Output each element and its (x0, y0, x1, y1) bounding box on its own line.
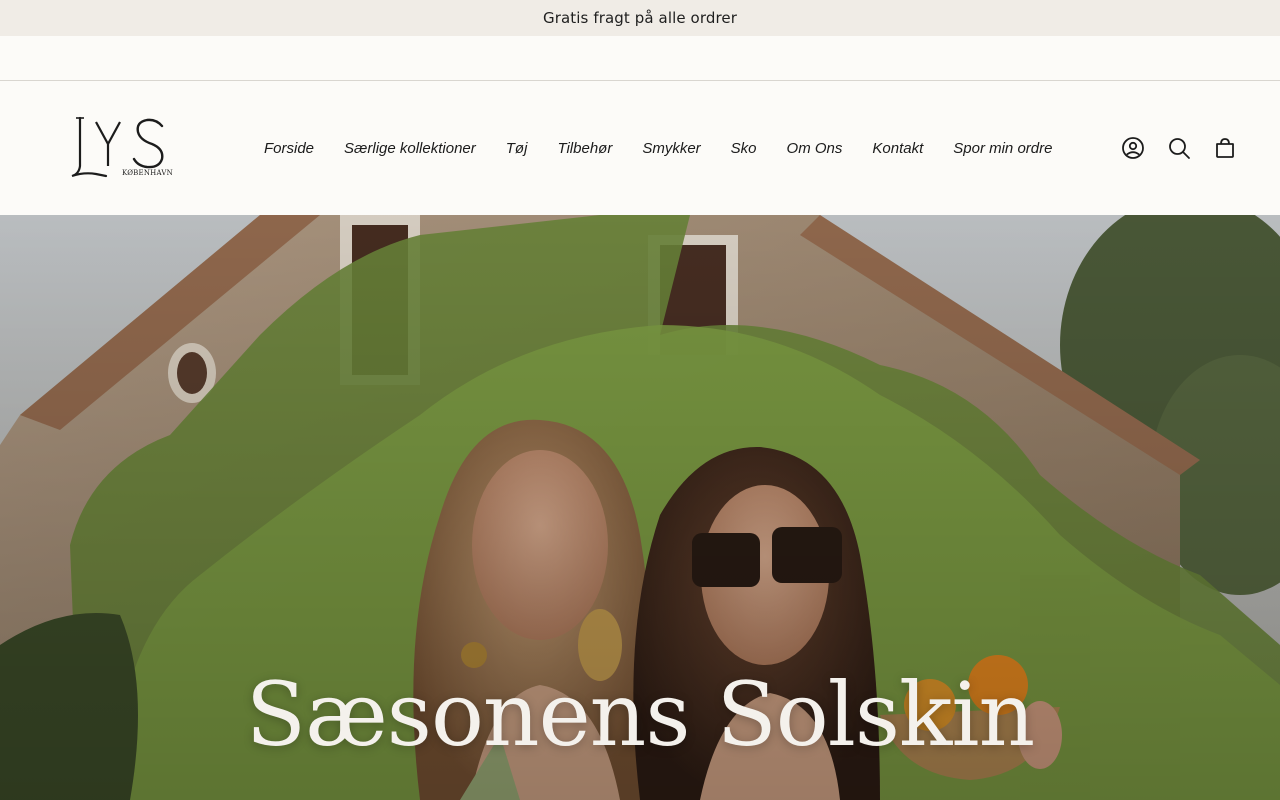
nav-item-tilbehor[interactable]: Tilbehør (542, 140, 627, 157)
nav-item-forside[interactable]: Forside (249, 140, 329, 157)
site-header: KØBENHAVN Forside Særlige kollektioner T… (0, 81, 1280, 215)
hero-banner[interactable]: Sæsonens Solskin (0, 215, 1280, 800)
header-icons (1118, 81, 1240, 215)
account-icon (1122, 137, 1144, 159)
logo-subtext: KØBENHAVN (122, 169, 173, 177)
announcement-bar: Gratis fragt på alle ordrer (0, 0, 1280, 36)
cart-icon (1216, 138, 1234, 158)
logo-image: KØBENHAVN (71, 116, 173, 178)
account-button[interactable] (1118, 133, 1148, 163)
main-navigation: Forside Særlige kollektioner Tøj Tilbehø… (249, 81, 1067, 215)
nav-item-om-ons[interactable]: Om Ons (772, 140, 858, 157)
logo[interactable]: KØBENHAVN (66, 114, 186, 184)
nav-item-sko[interactable]: Sko (716, 140, 772, 157)
search-icon (1169, 138, 1190, 159)
nav-item-toj[interactable]: Tøj (491, 140, 543, 157)
nav-item-smykker[interactable]: Smykker (627, 140, 715, 157)
cart-button[interactable] (1210, 133, 1240, 163)
search-button[interactable] (1164, 133, 1194, 163)
hero-title: Sæsonens Solskin (245, 663, 1035, 766)
nav-item-kontakt[interactable]: Kontakt (857, 140, 938, 157)
announcement-text: Gratis fragt på alle ordrer (543, 9, 737, 27)
nav-item-spor-min-ordre[interactable]: Spor min ordre (938, 140, 1067, 157)
nav-item-saerlige-kollektioner[interactable]: Særlige kollektioner (329, 140, 491, 157)
header-top-spacer (0, 36, 1280, 81)
